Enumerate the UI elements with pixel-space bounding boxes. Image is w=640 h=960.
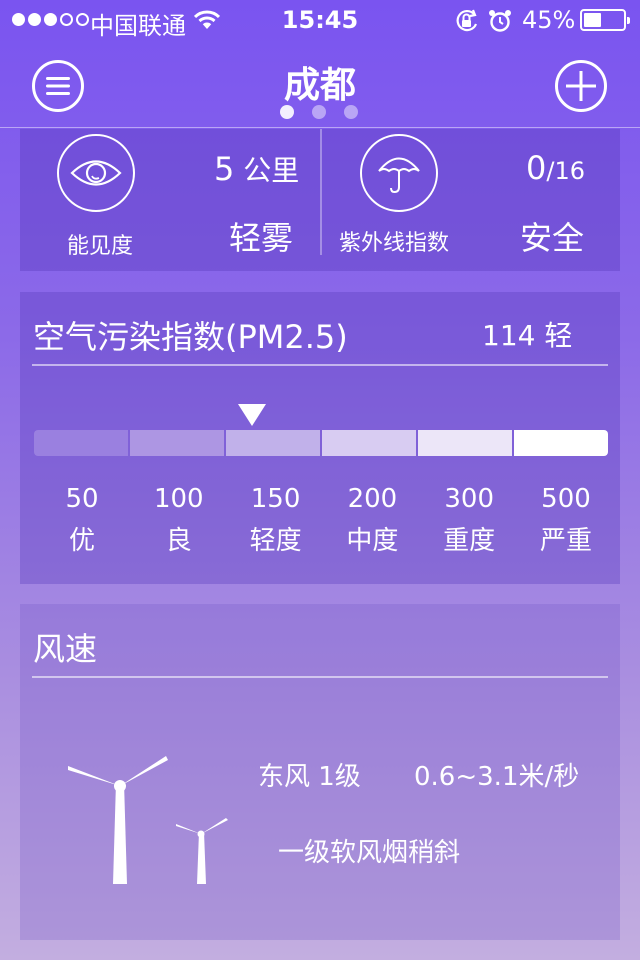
air-quality-title: 空气污染指数(PM2.5) (33, 318, 348, 356)
visibility-description: 轻雾 (229, 219, 294, 257)
wind-title: 风速 (33, 630, 98, 668)
aqi-scale-bar (34, 430, 608, 456)
umbrella-icon (378, 157, 420, 194)
visibility-icon-circle (57, 134, 135, 212)
aqi-level-item: 500 严重 (518, 484, 614, 557)
aqi-level-value: 50 (65, 484, 99, 514)
battery-percentage: 45% (522, 6, 576, 34)
aqi-level-name: 中度 (346, 526, 399, 556)
visibility-number: 5 (214, 150, 235, 188)
alarm-icon (488, 9, 512, 39)
aqi-level-value: 500 (541, 484, 591, 514)
battery-icon (580, 9, 630, 31)
visibility-label: 能见度 (67, 234, 134, 259)
aqi-level-item: 50 优 (34, 484, 130, 557)
aqi-level-name: 优 (68, 526, 95, 556)
aqi-scale-segment (418, 430, 512, 456)
aqi-level-value: 150 (250, 484, 301, 514)
uv-index-label: 紫外线指数 (339, 231, 450, 256)
aqi-scale-segment (322, 430, 416, 456)
aqi-marker-icon (238, 404, 267, 426)
aqi-level-item: 150 轻度 (228, 484, 324, 557)
eye-icon (70, 160, 122, 186)
city-title: 成都 (283, 65, 356, 106)
uv-icon-circle (360, 134, 438, 212)
aqi-level-item: 300 重度 (421, 484, 517, 557)
visibility-unit: 公里 (243, 154, 300, 187)
wind-description: 一级软风烟稍斜 (278, 838, 461, 868)
visibility-value: 5 公里 (214, 149, 299, 189)
title-divider (32, 676, 608, 678)
wind-direction-level: 东风 1级 (258, 762, 361, 792)
air-quality-card: 空气污染指数(PM2.5) 114 轻 50 优 100 良 150 轻度 20… (20, 292, 620, 584)
aqi-level-value: 100 (153, 484, 204, 514)
add-city-button[interactable] (555, 60, 607, 112)
title-divider (32, 364, 608, 366)
uv-index-value: 0/16 (526, 149, 585, 187)
wind-speed-range: 0.6~3.1米/秒 (414, 762, 580, 792)
aqi-scale-segment (34, 430, 128, 456)
aqi-level-name: 良 (165, 526, 192, 556)
uv-index-description: 安全 (520, 219, 585, 257)
page-indicator[interactable] (280, 105, 358, 119)
status-bar: 中国联通 15:45 45% (0, 0, 640, 40)
aqi-level-name: 重度 (443, 526, 496, 556)
navigation-bar: 成都 (0, 40, 640, 128)
aqi-scale-segment (130, 430, 224, 456)
aqi-level-name: 轻度 (249, 526, 302, 556)
aqi-level-value: 200 (347, 484, 398, 514)
plus-icon (566, 71, 596, 101)
aqi-level-value: 300 (444, 484, 494, 514)
aqi-scale-segment (514, 430, 608, 456)
large-wind-turbine-icon (68, 756, 168, 884)
wind-card: 风速 东风 1级 0.6~3.1米/秒 一级软风烟稍斜 (20, 604, 620, 940)
aqi-level-item: 200 中度 (324, 484, 420, 557)
rotation-lock-icon (454, 9, 480, 39)
aqi-scale-segment (226, 430, 320, 456)
card-divider (320, 129, 322, 255)
small-wind-turbine-icon (176, 818, 228, 884)
uv-index-max: /16 (546, 157, 585, 185)
aqi-level-name: 严重 (539, 526, 592, 556)
visibility-uv-card: 能见度 5 公里 轻雾 紫外线指数 0/16 安全 (20, 129, 620, 271)
air-quality-value: 114 轻 (482, 319, 573, 352)
aqi-level-list: 50 优 100 良 150 轻度 200 中度 300 重度 500 严重 (34, 484, 614, 557)
uv-index-number: 0 (526, 149, 547, 187)
aqi-level-item: 100 良 (131, 484, 227, 557)
